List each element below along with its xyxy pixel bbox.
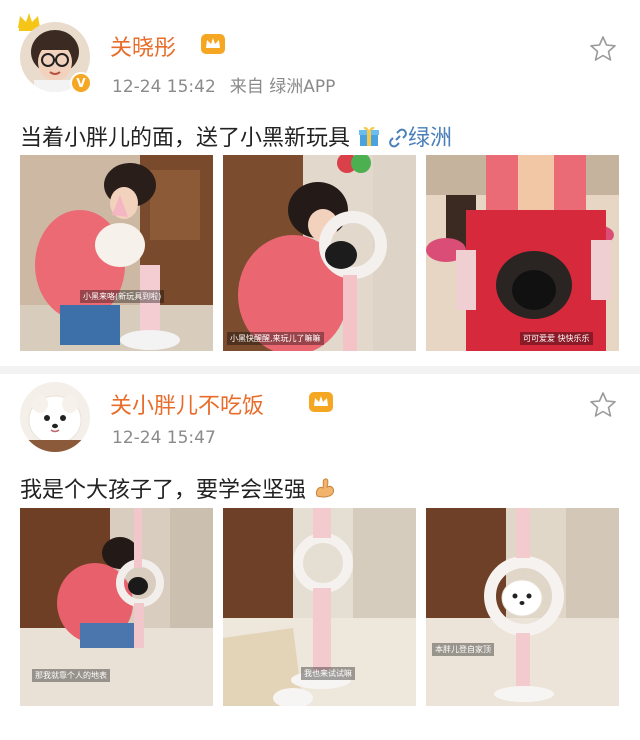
post-image[interactable]: 小黑来咯(新玩具到啦) bbox=[20, 155, 213, 351]
image-caption: 小黑快醒醒,来玩儿了嘛嘛 bbox=[227, 332, 324, 345]
crown-icon bbox=[309, 392, 333, 412]
post-image[interactable]: 小黑快醒醒,来玩儿了嘛嘛 bbox=[223, 155, 416, 351]
verified-badge-icon: V bbox=[70, 72, 92, 94]
post-time: 12-24 15:47 bbox=[112, 428, 216, 448]
image-caption: 可可爱爱 快快乐乐 bbox=[520, 332, 593, 345]
flexed-biceps-icon bbox=[316, 478, 334, 498]
post-content: 我是个大孩子了，要学会坚强 bbox=[20, 472, 337, 504]
weibo-post-1: V 关晓彤 12-24 15:42 来自 绿洲APP 当着小胖儿的面，送了小黑新玩… bbox=[0, 0, 640, 366]
post-image[interactable]: 本胖儿登自家顶 bbox=[426, 508, 619, 706]
star-outline-icon[interactable] bbox=[588, 34, 618, 64]
post-text: 我是个大孩子了，要学会坚强 bbox=[20, 478, 307, 503]
image-caption: 那我就靠个人的地表 bbox=[32, 669, 110, 682]
crown-icon bbox=[201, 34, 225, 54]
post-image[interactable]: 我也来试试嘛 bbox=[223, 508, 416, 706]
post-meta: 12-24 15:47 bbox=[112, 428, 216, 448]
post-time: 12-24 15:42 bbox=[112, 77, 216, 97]
image-caption: 本胖儿登自家顶 bbox=[432, 643, 494, 656]
author-name[interactable]: 关晓彤 bbox=[110, 30, 176, 62]
post-image[interactable]: 可可爱爱 快快乐乐 bbox=[426, 155, 619, 351]
image-caption: 我也来试试嘛 bbox=[301, 667, 355, 680]
author-name[interactable]: 关小胖儿不吃饭 bbox=[110, 388, 264, 420]
weibo-post-2: 关小胖儿不吃饭 12-24 15:47 我是个大孩子了，要学会坚强 那我就靠个人… bbox=[0, 374, 640, 740]
post-meta: 12-24 15:42 来自 绿洲APP bbox=[112, 72, 335, 97]
image-caption: 小黑来咯(新玩具到啦) bbox=[80, 290, 165, 303]
avatar[interactable] bbox=[20, 382, 90, 452]
link-icon bbox=[389, 128, 407, 148]
post-image[interactable]: 那我就靠个人的地表 bbox=[20, 508, 213, 706]
post-source: 来自 绿洲APP bbox=[229, 77, 336, 97]
location-link[interactable]: 绿洲 bbox=[388, 126, 452, 151]
post-divider bbox=[0, 366, 640, 374]
location-link-label: 绿洲 bbox=[408, 126, 453, 151]
post-text: 当着小胖儿的面，送了小黑新玩具 bbox=[20, 126, 351, 151]
post-content: 当着小胖儿的面，送了小黑新玩具 绿洲 bbox=[20, 120, 452, 152]
gift-icon bbox=[359, 126, 380, 146]
star-outline-icon[interactable] bbox=[588, 390, 618, 420]
